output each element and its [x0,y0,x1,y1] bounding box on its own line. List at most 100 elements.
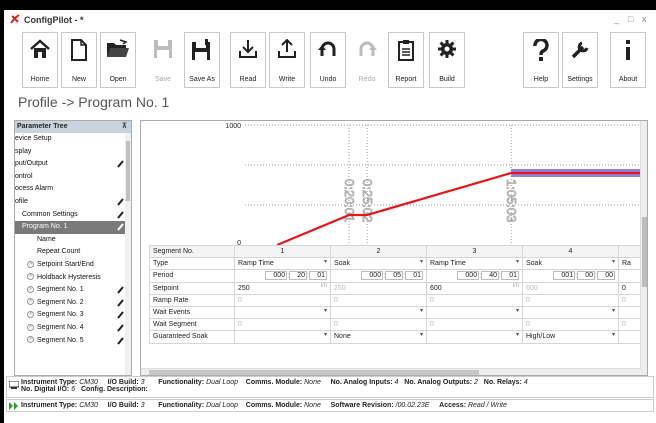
setpoint-cell[interactable]: 600 l/h [426,281,523,295]
tree-item-setpoint-start-end[interactable]: > Setpoint Start/End [15,259,131,272]
wait-events-cell[interactable]: ▾ [234,305,331,320]
dropdown-arrow-icon[interactable]: ▾ [612,332,615,338]
new-button[interactable]: New [61,32,97,88]
segment-type-cell[interactable]: Ramp Time ▾ [234,257,331,271]
open-button[interactable]: Open [100,32,136,88]
segment-type-cell[interactable]: Soak ▾ [330,257,427,271]
segment-period-cell[interactable]: 000:05:01 [330,269,427,283]
maximize-button[interactable]: □ [628,14,633,24]
setpoint-cell[interactable]: 250 l/h [234,281,331,295]
period-field[interactable]: 05 [385,271,404,281]
read-button[interactable]: Read [230,32,266,88]
ramp-rate-cell[interactable]: 0 [426,293,523,307]
dropdown-arrow-icon[interactable]: ▾ [516,259,519,265]
expand-icon[interactable]: > [27,310,34,318]
expand-icon[interactable]: > [27,260,34,268]
tree-item-profile[interactable]: ofile [15,196,131,209]
ramp-rate-cell[interactable]: 0 [522,293,619,307]
report-button[interactable]: Report [388,32,424,88]
tree-item-segment-4[interactable]: > Segment No. 4 [15,322,131,335]
minimize-button[interactable]: _ [614,14,619,24]
dropdown-arrow-icon[interactable]: ▾ [420,332,423,338]
period-field[interactable]: 40 [481,271,500,281]
expand-icon[interactable]: > [27,336,34,344]
close-button[interactable]: x [642,14,647,24]
wait-events-cell[interactable]: ▾ [522,305,619,320]
help-button[interactable]: Help [523,32,559,88]
write-button[interactable]: Write [269,32,305,88]
tree-item-segment-2[interactable]: > Segment No. 2 [15,297,131,310]
settings-button[interactable]: Settings [562,32,598,88]
segment-type-cell[interactable]: Ramp Time ▾ [426,257,523,271]
period-field[interactable]: 20 [289,271,308,281]
tree-item-repeat-count[interactable]: Repeat Count [15,246,131,259]
pin-icon[interactable]: ⊼ [122,122,127,130]
wait-events-cell[interactable]: ▾ [426,305,523,320]
wait-segment-cell[interactable]: 0 [234,318,331,332]
horizontal-scroll-thumb[interactable] [149,370,479,375]
wait-events-cell[interactable]: ▾ [330,305,427,320]
tree-item-holdback-hysteresis[interactable]: > Holdback Hysteresis [15,272,131,285]
dropdown-arrow-icon[interactable]: ▾ [612,307,615,314]
setpoint-cell[interactable]: 250 [330,281,427,295]
segment-period-cell[interactable]: 000:20:01 [234,269,331,283]
vertical-scrollbar[interactable] [640,121,647,375]
home-button[interactable]: Home [22,32,58,88]
tree-item-process-alarm[interactable]: ocess Alarm [15,183,131,196]
dropdown-arrow-icon[interactable]: ▾ [324,307,327,314]
save-button[interactable]: Save [145,32,181,88]
guaranteed-soak-cell[interactable]: High/Low ▾ [522,330,619,344]
expand-icon[interactable]: > [27,273,34,281]
dropdown-arrow-icon[interactable]: ▾ [420,259,423,265]
setpoint-cell[interactable]: 600 [522,281,619,295]
expand-icon[interactable]: > [27,323,34,331]
tree-item-control[interactable]: ontrol [15,171,131,184]
wait-segment-cell[interactable]: 0 [426,318,523,332]
period-field[interactable]: 000 [265,271,288,281]
redo-button[interactable]: Redo [349,32,385,88]
horizontal-scrollbar[interactable] [141,368,641,375]
ramp-rate-cell[interactable]: 0 [234,293,331,307]
tree-item-common-settings[interactable]: Common Settings [15,209,131,222]
period-field[interactable]: 01 [405,271,423,281]
about-button[interactable]: About [610,32,646,88]
dropdown-arrow-icon[interactable]: ▾ [516,332,519,338]
dropdown-arrow-icon[interactable]: ▾ [420,307,423,314]
tree-item-segment-5[interactable]: > Segment No. 5 [15,335,131,348]
undo-button[interactable]: Undo [310,32,346,88]
period-field[interactable]: 01 [309,271,327,281]
period-field[interactable]: 001 [553,271,576,281]
dropdown-arrow-icon[interactable]: ▾ [324,332,327,338]
segment-type-cell[interactable]: Soak ▾ [522,257,619,271]
tree-item-display[interactable]: splay [15,146,131,159]
tree-item-segment-3[interactable]: > Segment No. 3 [15,309,131,322]
segment-period-cell[interactable]: 001:00:00 [522,269,619,283]
tree-item-segment-1[interactable]: > Segment No. 1 [15,284,131,297]
dropdown-arrow-icon[interactable]: ▾ [324,259,327,265]
period-field[interactable]: 000 [457,271,480,281]
dropdown-arrow-icon[interactable]: ▾ [516,307,519,314]
guaranteed-soak-cell[interactable]: None ▾ [330,330,427,344]
guaranteed-soak-cell[interactable]: ▾ [234,330,331,344]
dropdown-arrow-icon[interactable]: ▾ [612,259,615,265]
wait-segment-cell[interactable]: 0 [522,318,619,332]
wait-segment-cell[interactable]: 0 [330,318,427,332]
build-button[interactable]: Build [429,32,465,88]
segment-period-cell[interactable]: 000:40:01 [426,269,523,283]
period-field[interactable]: 01 [501,271,519,281]
tree-scroll-thumb[interactable] [126,141,130,201]
tree-scrollbar[interactable] [125,133,131,375]
tree-item-device-setup[interactable]: evice Setup [15,133,131,146]
expand-icon[interactable]: > [27,298,34,306]
tree-item-program-no-1[interactable]: Program No. 1 [15,221,131,234]
ramp-rate-cell[interactable]: 0 [330,293,427,307]
expand-icon[interactable]: > [27,285,34,293]
period-field[interactable]: 000 [361,271,384,281]
guaranteed-soak-cell[interactable]: ▾ [426,330,523,344]
period-field[interactable]: 00 [597,271,615,281]
period-field[interactable]: 00 [577,271,596,281]
vertical-scroll-thumb[interactable] [642,217,647,287]
tree-item-name[interactable]: Name [15,234,131,247]
tree-item-input-output[interactable]: put/Output [15,158,131,171]
save-as-button[interactable]: Save As [184,32,220,88]
